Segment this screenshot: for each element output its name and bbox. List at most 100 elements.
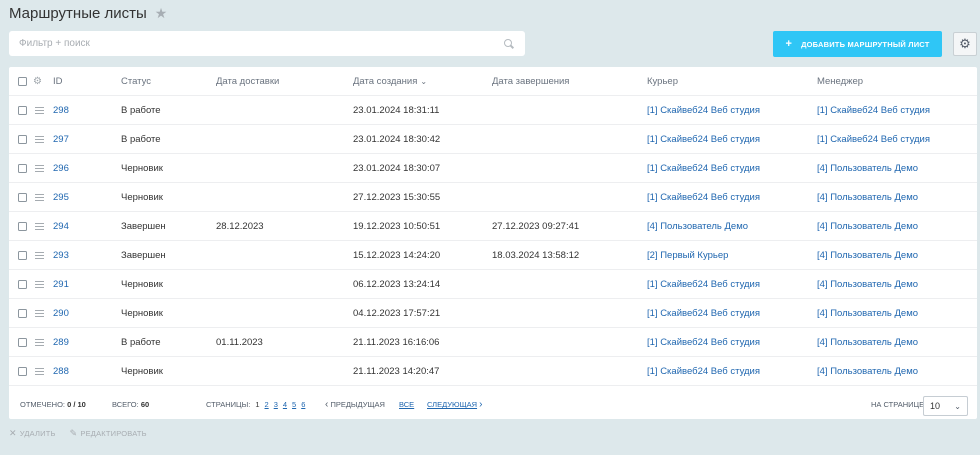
row-created-date: 19.12.2023 10:50:51 — [353, 221, 441, 232]
row-courier[interactable]: [1] Скайвеб24 Веб студия — [647, 154, 760, 183]
table-row[interactable]: 295 Черновик 27.12.2023 15:30:55 [1] Скайве… — [9, 183, 977, 212]
menu-icon[interactable] — [35, 281, 44, 288]
row-manager[interactable]: [4] Пользователь Демо — [817, 154, 918, 183]
prev-page-button[interactable]: ‹ ПРЕДЫДУЩАЯ — [325, 391, 385, 419]
menu-icon[interactable] — [35, 368, 44, 375]
row-created-date: 27.12.2023 15:30:55 — [353, 192, 441, 203]
menu-icon[interactable] — [35, 136, 44, 143]
row-courier[interactable]: [1] Скайвеб24 Веб студия — [647, 183, 760, 212]
header-courier[interactable]: Курьер — [647, 67, 678, 96]
menu-icon[interactable] — [35, 339, 44, 346]
row-manager[interactable]: [4] Пользователь Демо — [817, 299, 918, 328]
row-id[interactable]: 294 — [53, 212, 69, 241]
row-checkbox[interactable] — [18, 280, 27, 289]
table-row[interactable]: 297 В работе 23.01.2024 18:30:42 [1] Скайве… — [9, 125, 977, 154]
row-checkbox[interactable] — [18, 164, 27, 173]
row-id[interactable]: 295 — [53, 183, 69, 212]
row-created-date: 21.11.2023 14:20:47 — [353, 366, 440, 377]
all-pages-link[interactable]: ВСЕ — [399, 391, 414, 419]
row-manager[interactable]: [4] Пользователь Демо — [817, 328, 918, 357]
row-courier[interactable]: [1] Скайвеб24 Веб студия — [647, 270, 760, 299]
row-checkbox[interactable] — [18, 193, 27, 202]
row-courier[interactable]: [1] Скайвеб24 Веб студия — [647, 96, 760, 125]
header-delivery-date[interactable]: Дата доставки — [216, 67, 279, 96]
menu-icon[interactable] — [35, 165, 44, 172]
row-courier[interactable]: [2] Первый Курьер — [647, 241, 728, 270]
row-manager[interactable]: [1] Скайвеб24 Веб студия — [817, 96, 930, 125]
chevron-down-icon: ⌄ — [954, 401, 961, 411]
header-id[interactable]: ID — [53, 67, 63, 96]
row-id[interactable]: 293 — [53, 241, 69, 270]
row-status: Завершен — [121, 221, 166, 232]
grid-footer: ОТМЕЧЕНО: 0 / 10 ВСЕГО: 60 СТРАНИЦЫ: 1 2 3 4… — [9, 391, 977, 419]
menu-icon[interactable] — [35, 194, 44, 201]
chevron-left-icon: ‹ — [325, 399, 329, 410]
header-finished-date[interactable]: Дата завершения — [492, 67, 569, 96]
table-row[interactable]: 291 Черновик 06.12.2023 13:24:14 [1] Скайве… — [9, 270, 977, 299]
delete-button[interactable]: ✕ УДАЛИТЬ — [9, 428, 56, 439]
add-route-sheet-button[interactable]: + ДОБАВИТЬ МАРШРУТНЫЙ ЛИСТ — [773, 31, 942, 57]
row-manager[interactable]: [4] Пользователь Демо — [817, 212, 918, 241]
per-page-label: НА СТРАНИЦЕ: — [871, 400, 927, 409]
page-title: Маршрутные листы ★ — [9, 4, 167, 22]
menu-icon[interactable] — [35, 310, 44, 317]
row-manager[interactable]: [4] Пользователь Демо — [817, 241, 918, 270]
row-status: Черновик — [121, 308, 163, 319]
menu-icon[interactable] — [35, 107, 44, 114]
row-checkbox[interactable] — [18, 338, 27, 347]
table-row[interactable]: 296 Черновик 23.01.2024 18:30:07 [1] Скайве… — [9, 154, 977, 183]
page-link[interactable]: 3 — [274, 400, 278, 409]
row-manager[interactable]: [1] Скайвеб24 Веб студия — [817, 125, 930, 154]
row-created-date: 23.01.2024 18:31:11 — [353, 105, 440, 116]
row-id[interactable]: 296 — [53, 154, 69, 183]
menu-icon[interactable] — [35, 252, 44, 259]
filter-search-input[interactable] — [19, 38, 503, 49]
select-all-checkbox[interactable] — [18, 77, 27, 86]
per-page-select[interactable]: 10 ⌄ — [923, 396, 968, 416]
row-id[interactable]: 298 — [53, 96, 69, 125]
table-row[interactable]: 294 Завершен 28.12.2023 19.12.2023 10:50:51… — [9, 212, 977, 241]
table-row[interactable]: 290 Черновик 04.12.2023 17:57:21 [1] Скайве… — [9, 299, 977, 328]
star-icon[interactable]: ★ — [155, 6, 168, 20]
row-id[interactable]: 289 — [53, 328, 69, 357]
table-row[interactable]: 289 В работе 01.11.2023 21.11.2023 16:16:06… — [9, 328, 977, 357]
settings-button[interactable]: ⚙ — [953, 32, 977, 56]
add-route-sheet-label: ДОБАВИТЬ МАРШРУТНЫЙ ЛИСТ — [801, 39, 930, 49]
row-checkbox[interactable] — [18, 251, 27, 260]
row-courier[interactable]: [1] Скайвеб24 Веб студия — [647, 357, 760, 386]
row-manager[interactable]: [4] Пользователь Демо — [817, 357, 918, 386]
row-checkbox[interactable] — [18, 135, 27, 144]
header-manager[interactable]: Менеджер — [817, 67, 863, 96]
row-courier[interactable]: [1] Скайвеб24 Веб студия — [647, 299, 760, 328]
page-link[interactable]: 5 — [292, 400, 296, 409]
search-icon[interactable] — [503, 38, 515, 50]
menu-icon[interactable] — [35, 223, 44, 230]
row-manager[interactable]: [4] Пользователь Демо — [817, 270, 918, 299]
header-status[interactable]: Статус — [121, 67, 151, 96]
edit-button[interactable]: ✎ РЕДАКТИРОВАТЬ — [70, 428, 147, 439]
header-created-date[interactable]: Дата создания ⌄ — [353, 67, 427, 96]
row-checkbox[interactable] — [18, 309, 27, 318]
page-link[interactable]: 1 — [255, 400, 259, 409]
row-checkbox[interactable] — [18, 106, 27, 115]
table-row[interactable]: 298 В работе 23.01.2024 18:31:11 [1] Скайве… — [9, 96, 977, 125]
row-courier[interactable]: [1] Скайвеб24 Веб студия — [647, 125, 760, 154]
row-courier[interactable]: [4] Пользователь Демо — [647, 212, 748, 241]
table-row[interactable]: 293 Завершен 15.12.2023 14:24:20 18.03.2024… — [9, 241, 977, 270]
row-id[interactable]: 290 — [53, 299, 69, 328]
row-status: Черновик — [121, 366, 163, 377]
row-id[interactable]: 291 — [53, 270, 69, 299]
filter-search-box[interactable] — [9, 31, 525, 56]
row-courier[interactable]: [1] Скайвеб24 Веб студия — [647, 328, 760, 357]
row-id[interactable]: 288 — [53, 357, 69, 386]
row-checkbox[interactable] — [18, 222, 27, 231]
page-link[interactable]: 4 — [283, 400, 287, 409]
row-manager[interactable]: [4] Пользователь Демо — [817, 183, 918, 212]
row-checkbox[interactable] — [18, 367, 27, 376]
column-settings-gear-icon[interactable]: ⚙ — [33, 67, 42, 96]
page-link[interactable]: 6 — [301, 400, 305, 409]
row-id[interactable]: 297 — [53, 125, 69, 154]
table-row[interactable]: 288 Черновик 21.11.2023 14:20:47 [1] Скайве… — [9, 357, 977, 386]
page-link[interactable]: 2 — [265, 400, 269, 409]
next-page-button[interactable]: СЛЕДУЮЩАЯ › — [427, 391, 482, 419]
